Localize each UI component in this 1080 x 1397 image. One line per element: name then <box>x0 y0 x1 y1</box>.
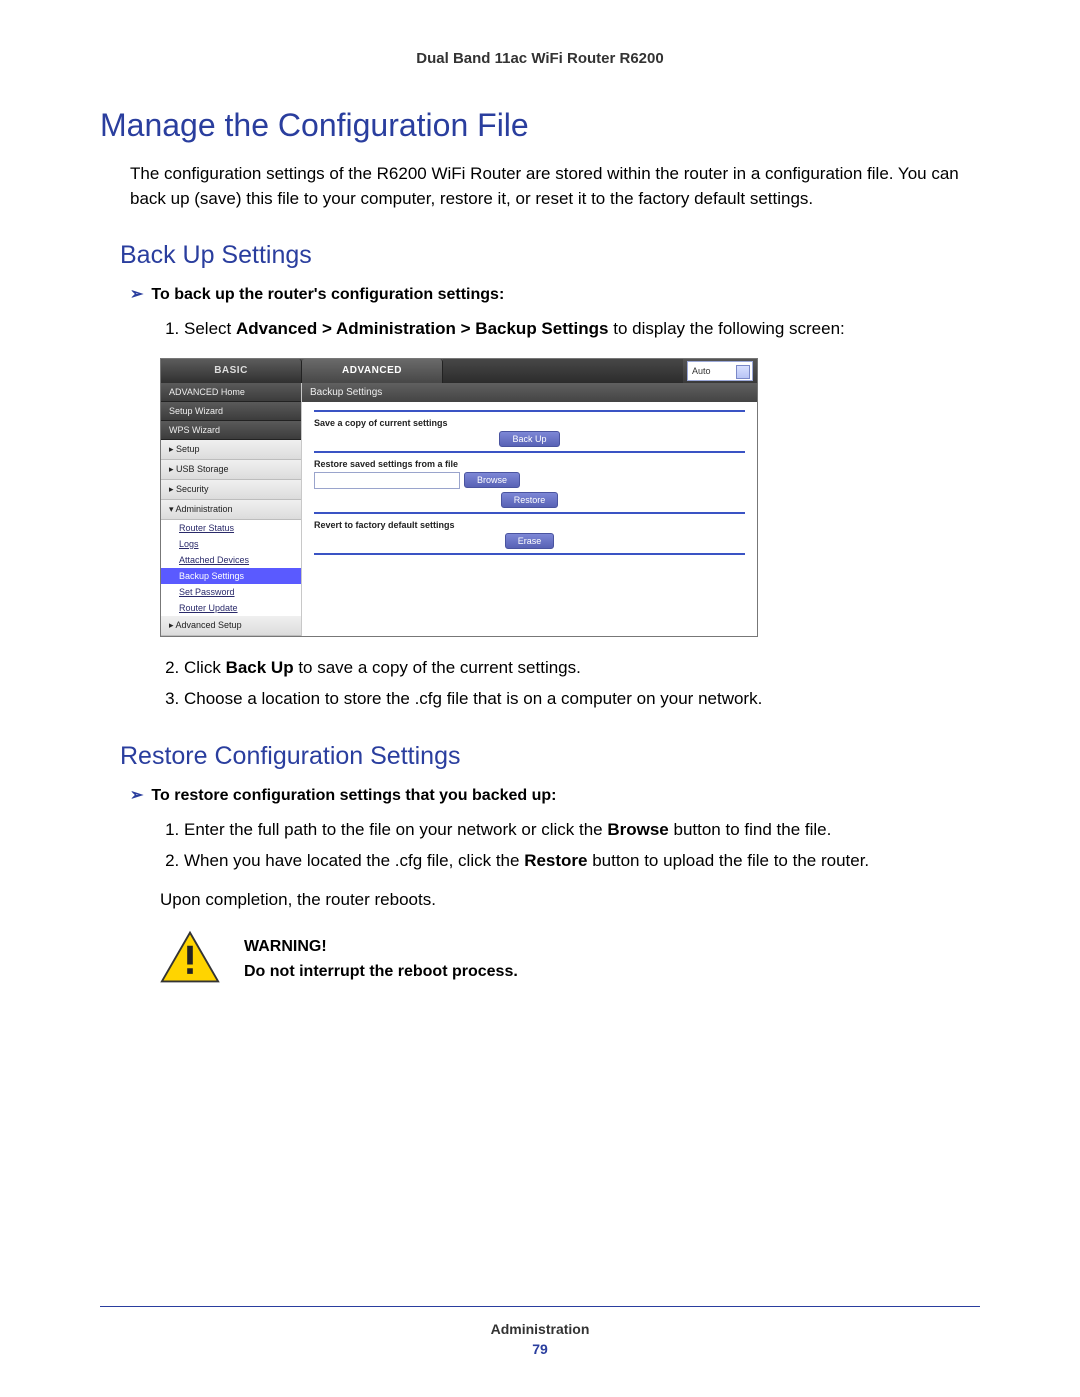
sidebar-item-advanced-setup[interactable]: ▸ Advanced Setup <box>161 616 301 636</box>
footer-page-number: 79 <box>100 1341 980 1357</box>
backup-step-3: Choose a location to store the .cfg file… <box>184 686 980 712</box>
router-sidebar: ADVANCED Home Setup Wizard WPS Wizard ▸ … <box>161 383 302 636</box>
sidebar-sub-backup-settings[interactable]: Backup Settings <box>161 568 301 584</box>
separator <box>314 410 745 412</box>
page-title-h1: Manage the Configuration File <box>100 107 980 144</box>
step-bold: Restore <box>524 851 587 870</box>
step-text: button to upload the file to the router. <box>588 851 870 870</box>
backup-steps-continued: Click Back Up to save a copy of the curr… <box>160 655 980 712</box>
backup-heading: Back Up Settings <box>120 241 980 270</box>
step-text: button to find the file. <box>669 820 832 839</box>
router-content: Backup Settings Save a copy of current s… <box>302 383 757 636</box>
save-label: Save a copy of current settings <box>314 418 745 428</box>
step-text: to save a copy of the current settings. <box>294 658 581 677</box>
restore-task-text: To restore configuration settings that y… <box>151 787 556 804</box>
chevron-icon: ➢ <box>130 787 143 804</box>
separator <box>314 451 745 453</box>
sidebar-item-setup[interactable]: ▸ Setup <box>161 440 301 460</box>
separator <box>314 553 745 555</box>
page-footer: Administration 79 <box>100 1306 980 1357</box>
sidebar-sub-router-update[interactable]: Router Update <box>161 600 301 616</box>
restore-task: ➢ To restore configuration settings that … <box>130 785 980 805</box>
backup-steps: Select Advanced > Administration > Backu… <box>160 316 980 342</box>
file-path-input[interactable] <box>314 472 460 489</box>
restore-label: Restore saved settings from a file <box>314 459 745 469</box>
warning-block: WARNING! Do not interrupt the reboot pro… <box>160 930 980 989</box>
step-text: Enter the full path to the file on your … <box>184 820 607 839</box>
sidebar-sub-attached-devices[interactable]: Attached Devices <box>161 552 301 568</box>
backup-button[interactable]: Back Up <box>499 431 559 447</box>
tab-spacer <box>443 359 683 383</box>
browse-button[interactable]: Browse <box>464 472 520 488</box>
restore-step-1: Enter the full path to the file on your … <box>184 817 980 843</box>
restore-step-2: When you have located the .cfg file, cli… <box>184 848 980 874</box>
separator <box>314 512 745 514</box>
completion-text: Upon completion, the router reboots. <box>160 890 980 910</box>
restore-steps: Enter the full path to the file on your … <box>160 817 980 874</box>
step-text: Select <box>184 319 236 338</box>
sidebar-item-wps-wizard[interactable]: WPS Wizard <box>161 421 301 440</box>
sidebar-item-administration[interactable]: ▾ Administration <box>161 500 301 520</box>
backup-task-text: To back up the router's configuration se… <box>151 286 504 303</box>
intro-paragraph: The configuration settings of the R6200 … <box>130 162 980 211</box>
warning-icon <box>160 930 220 989</box>
warning-text: Do not interrupt the reboot process. <box>244 959 518 985</box>
backup-task: ➢ To back up the router's configuration s… <box>130 284 980 304</box>
step-text: to display the following screen: <box>609 319 845 338</box>
step-bold: Back Up <box>226 658 294 677</box>
sidebar-item-security[interactable]: ▸ Security <box>161 480 301 500</box>
sidebar-sub-router-status[interactable]: Router Status <box>161 520 301 536</box>
router-ui-screenshot: BASIC ADVANCED Auto ADVANCED Home Setup … <box>160 358 758 637</box>
erase-button[interactable]: Erase <box>505 533 555 549</box>
auto-dropdown[interactable]: Auto <box>687 361 753 381</box>
footer-section: Administration <box>100 1321 980 1337</box>
sidebar-sub-logs[interactable]: Logs <box>161 536 301 552</box>
sidebar-item-advanced-home[interactable]: ADVANCED Home <box>161 383 301 402</box>
content-title: Backup Settings <box>302 383 757 402</box>
revert-label: Revert to factory default settings <box>314 520 745 530</box>
document-header: Dual Band 11ac WiFi Router R6200 <box>100 50 980 67</box>
chevron-icon: ➢ <box>130 286 143 303</box>
tab-advanced[interactable]: ADVANCED <box>302 359 443 383</box>
sidebar-item-setup-wizard[interactable]: Setup Wizard <box>161 402 301 421</box>
step-bold: Browse <box>607 820 668 839</box>
warning-label: WARNING! <box>244 934 518 960</box>
sidebar-item-usb-storage[interactable]: ▸ USB Storage <box>161 460 301 480</box>
step-text: When you have located the .cfg file, cli… <box>184 851 524 870</box>
backup-step-1: Select Advanced > Administration > Backu… <box>184 316 980 342</box>
restore-heading: Restore Configuration Settings <box>120 742 980 771</box>
step-text: Click <box>184 658 226 677</box>
restore-button[interactable]: Restore <box>501 492 559 508</box>
backup-step-2: Click Back Up to save a copy of the curr… <box>184 655 980 681</box>
sidebar-sub-set-password[interactable]: Set Password <box>161 584 301 600</box>
tab-basic[interactable]: BASIC <box>161 359 302 383</box>
step-bold: Advanced > Administration > Backup Setti… <box>236 319 609 338</box>
